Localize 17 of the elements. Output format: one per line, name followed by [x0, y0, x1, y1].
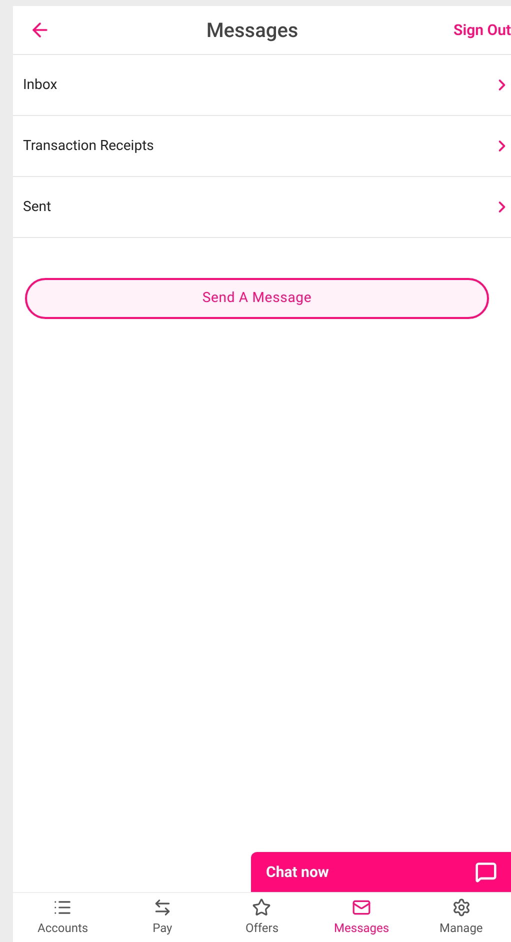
nav-tab[interactable]: Accounts — [13, 893, 113, 942]
page-title: Messages — [206, 18, 298, 42]
chat-now-button[interactable]: Chat now — [251, 852, 511, 892]
chat-bubble-icon — [475, 861, 497, 883]
envelope-icon — [352, 898, 372, 917]
nav-tab[interactable]: Pay — [112, 893, 212, 942]
gear-icon — [452, 898, 471, 917]
menu-row[interactable]: Sent — [13, 177, 511, 238]
list-icon — [53, 898, 72, 917]
sign-out-link[interactable]: Sign Out — [454, 18, 511, 42]
nav-tab[interactable]: Manage — [411, 893, 511, 942]
menu-row[interactable]: Transaction Receipts — [13, 116, 511, 177]
menu-row[interactable]: Inbox — [13, 55, 511, 116]
nav-tab[interactable]: Messages — [312, 893, 412, 942]
transfer-arrows-icon — [152, 898, 172, 917]
star-icon — [252, 898, 272, 917]
nav-tab[interactable]: Offers — [212, 893, 312, 942]
